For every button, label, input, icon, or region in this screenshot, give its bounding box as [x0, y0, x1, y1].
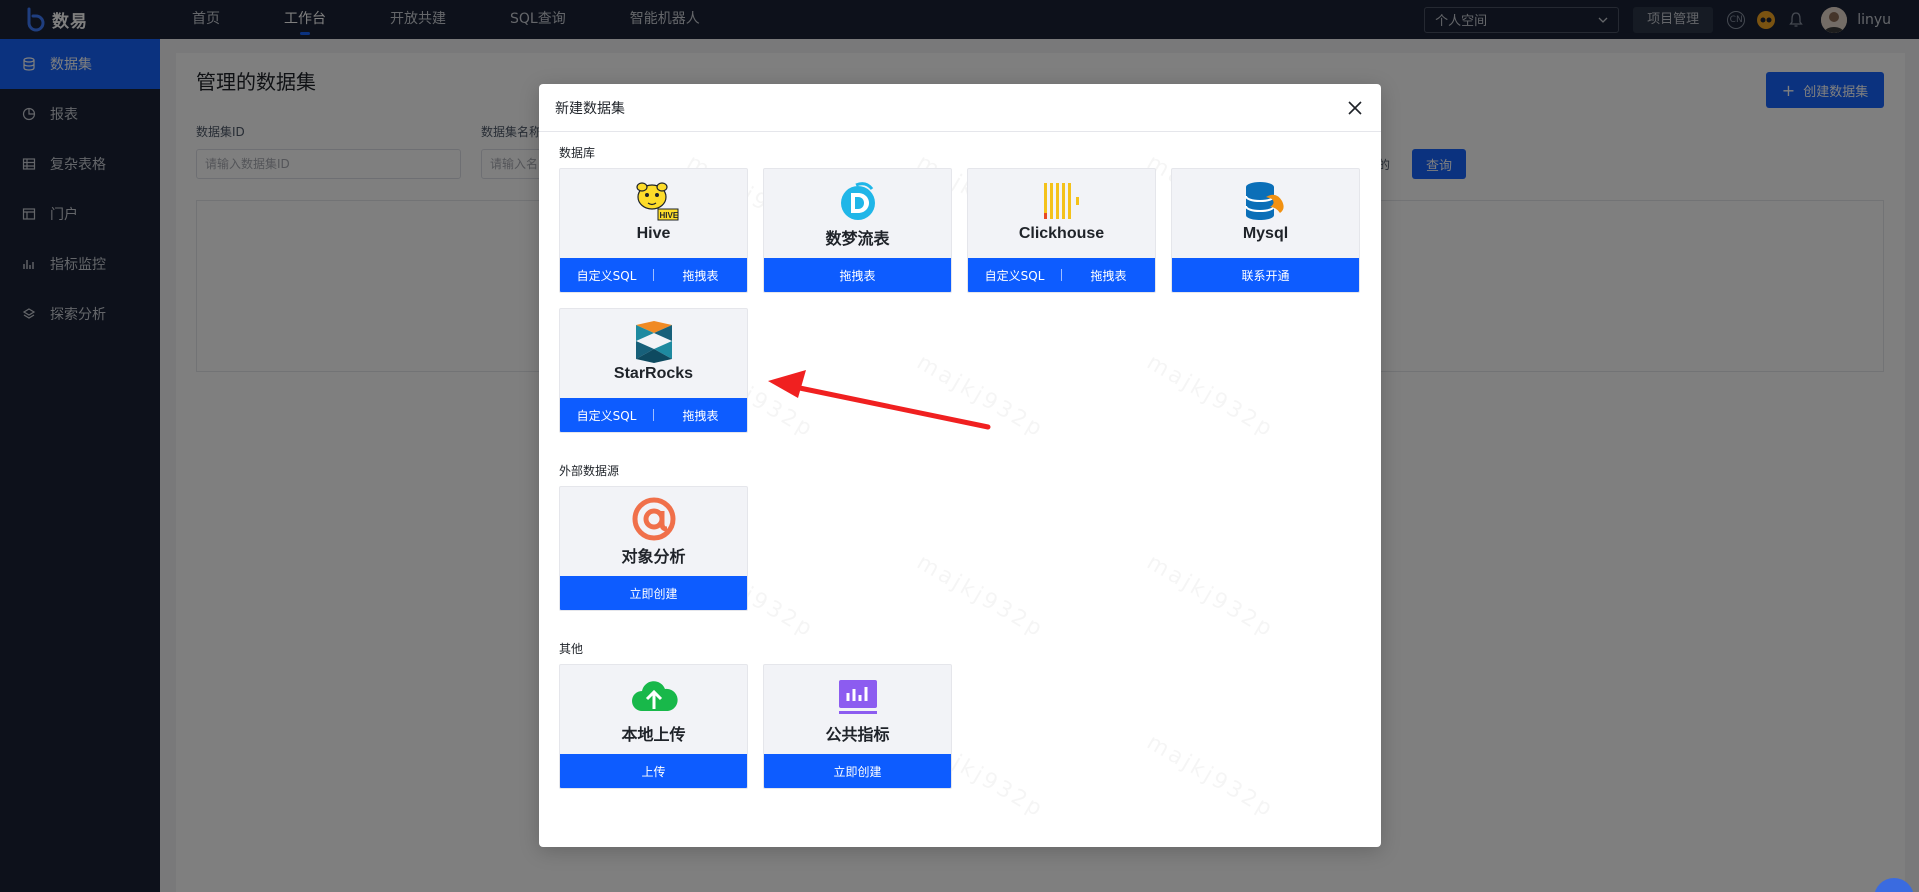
watermark: majkj932p [912, 550, 1048, 643]
section-other-label: 其他 [559, 642, 584, 656]
watermark: majkj932p [1142, 350, 1278, 443]
section-database-label: 数据库 [559, 146, 596, 160]
clickhouse-custom-sql-button[interactable]: 自定义SQL [968, 267, 1061, 284]
card-hive-name: Hive [636, 225, 671, 242]
card-local-upload-name: 本地上传 [621, 727, 686, 744]
upload-button[interactable]: 上传 [560, 763, 747, 780]
watermark: majkj932p [1142, 550, 1278, 643]
card-hive: HIVE Hive 自定义SQL 拖拽表 [559, 168, 748, 293]
cloud-upload-icon [631, 681, 678, 711]
card-shumeng: 数梦流表 拖拽表 [763, 168, 952, 293]
shumeng-logo-icon [840, 182, 875, 220]
close-icon[interactable] [1345, 98, 1365, 118]
modal-header: 新建数据集 [539, 84, 1381, 132]
starrocks-drag-table-button[interactable]: 拖拽表 [654, 407, 747, 424]
card-starrocks-name: StarRocks [613, 365, 694, 382]
section-external-label: 外部数据源 [559, 464, 620, 478]
card-mysql-actions: 联系开通 [1172, 258, 1359, 292]
watermark: majkj932p [1142, 730, 1278, 823]
card-public-metric-actions: 立即创建 [764, 754, 951, 788]
hive-logo-icon: HIVE [635, 182, 678, 221]
public-metric-create-button[interactable]: 立即创建 [764, 763, 951, 780]
clickhouse-logo-icon [1043, 183, 1079, 219]
card-object-analysis-actions: 立即创建 [560, 576, 747, 610]
new-dataset-modal: 新建数据集 majkj932p majkj932p majkj932p majk… [539, 84, 1381, 847]
card-mysql: Mysql 联系开通 [1171, 168, 1360, 293]
card-hive-actions: 自定义SQL 拖拽表 [560, 258, 747, 292]
card-clickhouse: Clickhouse 自定义SQL 拖拽表 [967, 168, 1156, 293]
card-shumeng-actions: 拖拽表 [764, 258, 951, 292]
hive-drag-table-button[interactable]: 拖拽表 [654, 267, 747, 284]
card-starrocks: StarRocks 自定义SQL 拖拽表 [559, 308, 748, 433]
card-object-analysis: 对象分析 立即创建 [559, 486, 748, 611]
card-shumeng-name: 数梦流表 [825, 231, 890, 248]
mysql-contact-button[interactable]: 联系开通 [1172, 267, 1359, 284]
starrocks-custom-sql-button[interactable]: 自定义SQL [560, 407, 653, 424]
card-clickhouse-name: Clickhouse [1018, 225, 1105, 242]
watermark: majkj932p [912, 350, 1048, 443]
mysql-logo-icon [1244, 182, 1284, 220]
card-object-analysis-name: 对象分析 [621, 549, 686, 566]
card-public-metric-name: 公共指标 [825, 727, 890, 744]
card-mysql-name: Mysql [1242, 225, 1289, 242]
card-clickhouse-actions: 自定义SQL 拖拽表 [968, 258, 1155, 292]
starrocks-logo-icon [635, 321, 672, 363]
card-starrocks-actions: 自定义SQL 拖拽表 [560, 398, 747, 432]
card-local-upload: 本地上传 上传 [559, 664, 748, 789]
hive-custom-sql-button[interactable]: 自定义SQL [560, 267, 653, 284]
shumeng-drag-table-button[interactable]: 拖拽表 [764, 267, 951, 284]
card-public-metric: 公共指标 立即创建 [763, 664, 952, 789]
svg-text:HIVE: HIVE [659, 211, 678, 220]
object-analysis-create-button[interactable]: 立即创建 [560, 585, 747, 602]
modal-title: 新建数据集 [555, 100, 625, 117]
metric-chart-icon [838, 680, 877, 714]
clickhouse-drag-table-button[interactable]: 拖拽表 [1062, 267, 1155, 284]
at-sign-icon [632, 497, 675, 541]
card-local-upload-actions: 上传 [560, 754, 747, 788]
